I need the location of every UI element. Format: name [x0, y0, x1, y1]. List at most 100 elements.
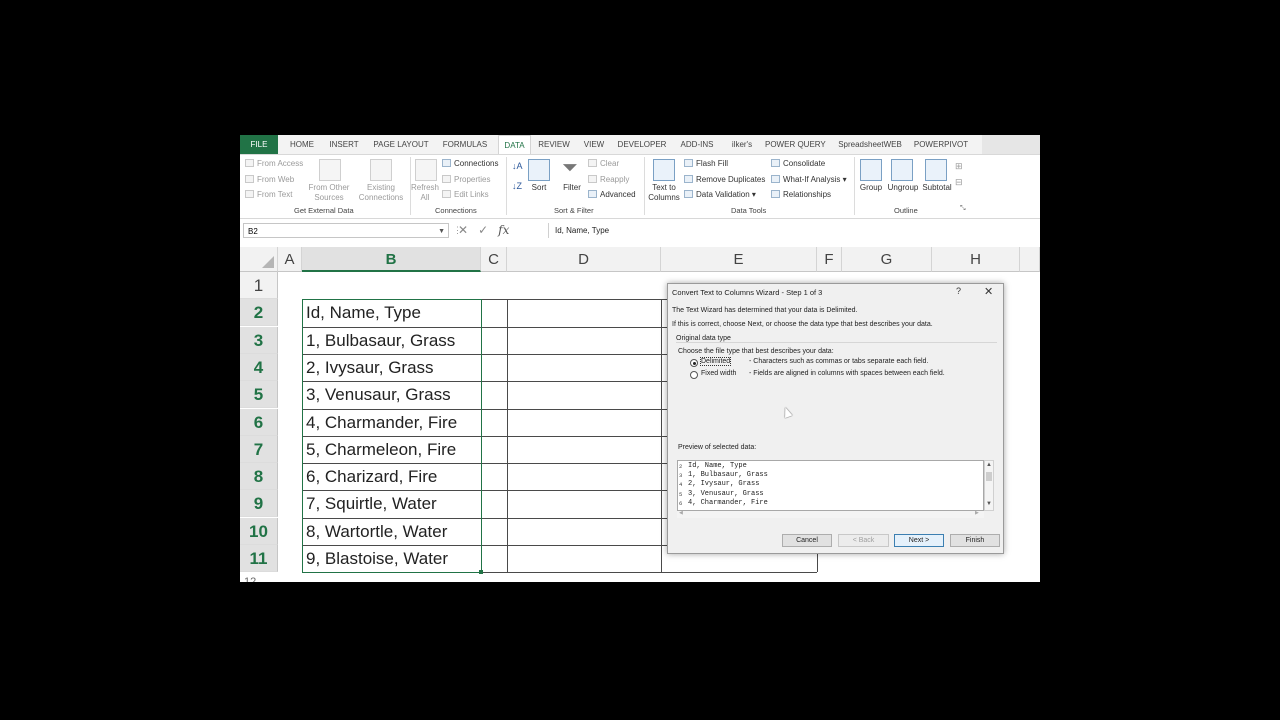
column-header[interactable]: B	[302, 247, 481, 272]
fill-handle[interactable]	[479, 570, 483, 574]
cancel-button[interactable]: Cancel	[782, 534, 832, 547]
row-header[interactable]: 9	[240, 490, 278, 517]
tab-power-query[interactable]: POWER QUERY	[765, 135, 826, 154]
row-header[interactable]: 4	[240, 354, 278, 381]
tab-spreadsheetweb[interactable]: SpreadsheetWEB	[834, 135, 906, 154]
from-web-button[interactable]: From Web	[245, 175, 294, 184]
name-box[interactable]: B2 ▼	[243, 223, 449, 238]
connections-icon	[442, 159, 451, 167]
delimited-radio[interactable]	[690, 359, 698, 367]
tab-data[interactable]: DATA	[498, 135, 531, 155]
flash-fill-button[interactable]: Flash Fill	[684, 159, 728, 168]
relationships-button[interactable]: Relationships	[771, 190, 831, 199]
edit-links-button[interactable]: Edit Links	[442, 190, 489, 199]
preview-line-number: 2	[679, 463, 683, 470]
chevron-up-icon[interactable]: ▲	[986, 462, 992, 468]
tab-developer[interactable]: DEVELOPER	[617, 135, 667, 154]
row-header[interactable]: 6	[240, 409, 278, 436]
column-header-empty	[1020, 247, 1040, 272]
chevron-left-icon[interactable]: ◀	[679, 510, 683, 516]
properties-button[interactable]: Properties	[442, 175, 490, 184]
help-icon[interactable]: ?	[956, 286, 961, 296]
tab-ilkers[interactable]: ilker's	[726, 135, 758, 154]
from-text-button[interactable]: From Text	[245, 190, 292, 199]
sort-button[interactable]: Sort	[524, 183, 554, 193]
fx-icon[interactable]: fx	[498, 223, 509, 237]
group-button[interactable]: Group	[856, 183, 886, 193]
finish-button[interactable]: Finish	[950, 534, 1000, 547]
consolidate-button[interactable]: Consolidate	[771, 159, 825, 168]
scroll-thumb[interactable]	[986, 472, 992, 481]
tab-view[interactable]: VIEW	[580, 135, 608, 154]
next-button[interactable]: Next >	[894, 534, 944, 547]
column-header[interactable]: A	[278, 247, 302, 272]
preview-vertical-scrollbar[interactable]: ▲ ▼	[984, 460, 994, 511]
from-other-sources-button[interactable]: From Other Sources	[304, 183, 354, 203]
tab-review[interactable]: REVIEW	[536, 135, 572, 154]
row-header[interactable]: 3	[240, 327, 278, 354]
formula-input[interactable]: Id, Name, Type	[548, 223, 1038, 238]
cancel-icon[interactable]: ✕	[458, 223, 468, 237]
formula-bar: B2 ▼ ⋮ ✕ ✓ fx Id, Name, Type	[240, 221, 1040, 241]
existing-connections-button[interactable]: Existing Connections	[355, 183, 407, 203]
remove-duplicates-button[interactable]: Remove Duplicates	[684, 175, 765, 184]
group-label-connections: Connections	[435, 206, 477, 215]
tab-home[interactable]: HOME	[285, 135, 319, 154]
refresh-all-button[interactable]: Refresh All	[410, 183, 440, 203]
tab-formulas[interactable]: FORMULAS	[440, 135, 490, 154]
clear-button[interactable]: Clear	[588, 159, 619, 168]
tab-powerpivot[interactable]: POWERPIVOT	[912, 135, 970, 154]
back-button[interactable]: < Back	[838, 534, 889, 547]
connections-button[interactable]: Connections	[442, 159, 498, 168]
row-header[interactable]: 2	[240, 299, 278, 326]
row-header[interactable]: 1	[240, 272, 278, 299]
data-validation-button[interactable]: Data Validation ▾	[684, 190, 756, 199]
chevron-down-icon[interactable]: ▼	[986, 501, 992, 507]
dialog-launcher-icon[interactable]: ⤡	[960, 205, 966, 213]
from-other-sources-icon	[319, 159, 341, 181]
enter-icon[interactable]: ✓	[478, 223, 488, 237]
column-header[interactable]: F	[817, 247, 842, 272]
advanced-button[interactable]: Advanced	[588, 190, 636, 199]
ungroup-button[interactable]: Ungroup	[886, 183, 920, 193]
preview-box[interactable]: 2 Id, Name, Type 3 1, Bulbasaur, Grass 4 2, I…	[677, 460, 984, 511]
hide-detail-icon[interactable]: ⊟	[955, 177, 963, 188]
preview-line-number: 3	[679, 472, 683, 480]
column-header[interactable]: D	[507, 247, 661, 272]
fixed-width-radio[interactable]	[690, 371, 698, 379]
tab-add-ins[interactable]: ADD-INS	[676, 135, 718, 154]
sort-za-icon[interactable]: ↓Z	[512, 181, 522, 191]
properties-icon	[442, 175, 451, 183]
tab-file[interactable]: FILE	[240, 135, 278, 154]
row-header[interactable]: 10	[240, 518, 278, 545]
preview-line: Id, Name, Type	[688, 462, 747, 470]
close-icon[interactable]: ✕	[984, 285, 993, 298]
what-if-analysis-button[interactable]: What-If Analysis ▾	[771, 175, 847, 184]
sort-az-icon[interactable]: ↓A	[512, 161, 523, 171]
choose-file-type-label: Choose the file type that best describes…	[678, 348, 834, 355]
row-header[interactable]: 8	[240, 463, 278, 490]
from-access-button[interactable]: From Access	[245, 159, 303, 168]
text-file-icon	[245, 190, 254, 198]
preview-horizontal-scrollbar[interactable]: ◀ ▶	[677, 510, 984, 518]
tab-page-layout[interactable]: PAGE LAYOUT	[371, 135, 431, 154]
reapply-button[interactable]: Reapply	[588, 175, 629, 184]
chevron-down-icon[interactable]: ▼	[438, 224, 445, 239]
row-header[interactable]: 11	[240, 545, 278, 572]
column-header[interactable]: E	[661, 247, 817, 272]
text-to-columns-button[interactable]: Text to Columns	[646, 183, 682, 203]
column-header[interactable]: G	[842, 247, 932, 272]
delimited-label[interactable]: Delimited	[699, 357, 732, 366]
chevron-right-icon[interactable]: ▶	[975, 510, 979, 516]
row-header[interactable]: 5	[240, 381, 278, 408]
column-header[interactable]: H	[932, 247, 1020, 272]
subtotal-button[interactable]: Subtotal	[920, 183, 954, 193]
select-all-button[interactable]	[240, 247, 278, 272]
fixed-width-label[interactable]: Fixed width	[701, 370, 736, 377]
show-detail-icon[interactable]: ⊞	[955, 161, 963, 172]
group-label-data-tools: Data Tools	[731, 206, 767, 215]
filter-button[interactable]: Filter	[558, 183, 586, 193]
column-header[interactable]: C	[481, 247, 507, 272]
tab-insert[interactable]: INSERT	[326, 135, 362, 154]
row-header[interactable]: 7	[240, 436, 278, 463]
